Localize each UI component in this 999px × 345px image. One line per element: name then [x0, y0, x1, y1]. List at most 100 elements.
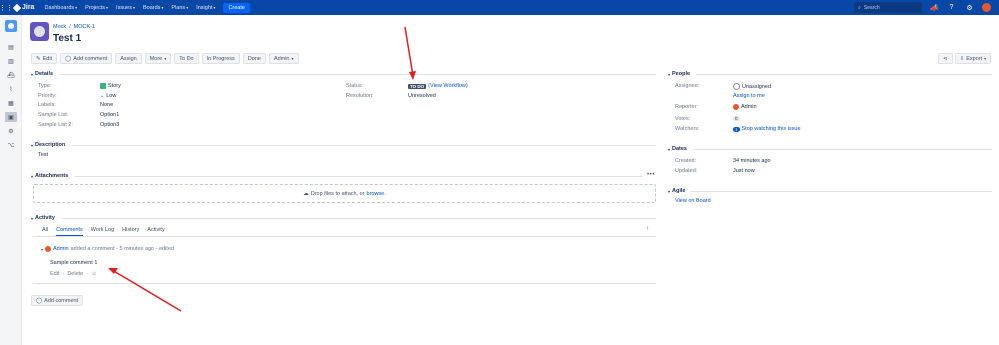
- attachment-dropzone[interactable]: ☁ Drop files to attach, or browse.: [33, 184, 656, 203]
- assignee-value[interactable]: Unassigned: [733, 83, 771, 90]
- attachments-heading: Attachments: [35, 173, 69, 179]
- attachments-section-toggle[interactable]: ▾ Attachments: [31, 173, 68, 179]
- components-icon[interactable]: ▦: [7, 99, 15, 107]
- status-badge[interactable]: TO DO: [408, 83, 427, 89]
- more-options-icon[interactable]: •••: [647, 172, 655, 178]
- tab-comments[interactable]: Comments: [56, 227, 83, 236]
- activity-section-toggle[interactable]: ▾ Activity: [31, 215, 55, 221]
- app-switcher-icon[interactable]: ⋮⋮: [0, 0, 13, 15]
- sort-order-icon[interactable]: ↑: [646, 226, 649, 232]
- comment-icon: ◯: [36, 297, 43, 304]
- comment-body: Sample comment 1: [50, 260, 98, 266]
- help-icon[interactable]: ?: [947, 3, 956, 12]
- jira-logo[interactable]: Jira: [12, 3, 35, 12]
- project-avatar-large[interactable]: [30, 22, 49, 41]
- issues-icon[interactable]: ▣: [5, 112, 17, 122]
- board-icon[interactable]: ▥: [7, 57, 15, 65]
- backlog-icon[interactable]: ▤: [7, 43, 15, 51]
- more-button[interactable]: More ▾: [144, 53, 172, 64]
- watchers-badge[interactable]: 1: [733, 126, 740, 132]
- comment-header: ▾ Admin added a comment - 5 minutes ago …: [41, 246, 174, 252]
- chevron-down-icon: ▾: [106, 5, 109, 10]
- nav-issues[interactable]: Issues ▾: [116, 5, 135, 11]
- view-workflow-link[interactable]: (View Workflow): [428, 83, 468, 89]
- priority-label: Priority:: [38, 93, 57, 99]
- divider: [33, 236, 656, 237]
- details-section-toggle[interactable]: ▾ Details: [31, 71, 53, 77]
- chevron-down-icon[interactable]: ▾: [41, 247, 43, 252]
- activity-heading: Activity: [35, 215, 55, 221]
- resolution-label: Resolution:: [346, 93, 374, 99]
- breadcrumb-project[interactable]: Mock: [53, 24, 66, 30]
- votes-value[interactable]: 0: [733, 116, 740, 121]
- add-comment-button-bottom[interactable]: ◯ Add comment: [31, 295, 84, 306]
- chevron-down-icon: ▾: [31, 142, 34, 148]
- project-avatar[interactable]: [5, 20, 17, 32]
- tab-history[interactable]: History: [122, 227, 139, 236]
- tab-work-log[interactable]: Work Log: [91, 227, 114, 236]
- priority-value[interactable]: ⌄ Low: [100, 93, 116, 99]
- emoji-icon[interactable]: ☺: [91, 271, 97, 277]
- nav-insight[interactable]: Insight ▾: [196, 5, 215, 11]
- notifications-icon[interactable]: 📣: [930, 3, 939, 12]
- updated-label: Updated:: [675, 168, 698, 174]
- tab-activity[interactable]: Activity: [147, 227, 164, 236]
- description-section-toggle[interactable]: ▾ Description: [31, 142, 65, 148]
- nav-plans[interactable]: Plans ▾: [171, 5, 188, 11]
- share-button[interactable]: ⋖: [938, 53, 953, 64]
- reports-icon[interactable]: ⌇: [7, 85, 15, 93]
- cloud-upload-icon: ☁: [303, 190, 309, 197]
- jira-logo-text: Jira: [22, 4, 35, 11]
- breadcrumb-issue-key[interactable]: MOCK-1: [74, 24, 95, 30]
- type-value: Story: [100, 83, 121, 89]
- tab-all[interactable]: All: [42, 227, 48, 236]
- assign-to-me-link[interactable]: Assign to me: [733, 93, 765, 99]
- add-comment-button[interactable]: ◯ Add comment: [60, 53, 113, 64]
- unassigned-avatar: [733, 83, 740, 90]
- top-navigation: ⋮⋮ Jira Dashboards ▾ Projects ▾ Issues ▾ Bo…: [0, 0, 999, 15]
- comment-delete-link[interactable]: Delete: [67, 271, 83, 277]
- story-icon: [100, 83, 106, 89]
- jira-logo-icon: [12, 3, 22, 12]
- export-label: Export: [966, 55, 983, 62]
- nav-dashboards[interactable]: Dashboards ▾: [44, 5, 77, 11]
- todo-button[interactable]: To Do: [174, 53, 199, 64]
- edit-label: Edit: [42, 55, 53, 62]
- sample-list-2-value[interactable]: Option3: [100, 122, 119, 128]
- stop-watching-link[interactable]: Stop watching this issue: [742, 126, 801, 132]
- view-on-board-link[interactable]: View on Board: [675, 198, 711, 204]
- gear-icon[interactable]: ⚙: [965, 3, 974, 12]
- create-button[interactable]: Create: [223, 2, 250, 13]
- agile-section-toggle[interactable]: ▾ Agile: [668, 188, 685, 194]
- admin-button[interactable]: Admin ▾: [268, 53, 299, 64]
- code-icon[interactable]: ⌥: [7, 141, 15, 149]
- description-text[interactable]: Test: [38, 152, 48, 158]
- export-button[interactable]: ⇩ Export ▾: [954, 53, 992, 64]
- done-button[interactable]: Done: [242, 53, 266, 64]
- reporter-value[interactable]: Admin: [733, 104, 757, 110]
- settings-icon[interactable]: ⚙: [7, 127, 15, 135]
- people-section-toggle[interactable]: ▾ People: [668, 71, 690, 77]
- comment-meta: added a comment - 5 minutes ago - edited: [70, 246, 174, 252]
- releases-icon[interactable]: ⛴: [7, 71, 15, 79]
- divider: [33, 283, 656, 284]
- in-progress-button[interactable]: In Progress: [201, 53, 240, 64]
- user-avatar[interactable]: [982, 3, 991, 12]
- sample-list-value[interactable]: Option1: [100, 112, 119, 118]
- comment-edit-link[interactable]: Edit: [50, 271, 59, 277]
- comment-author-link[interactable]: Admin: [53, 246, 69, 252]
- chevron-down-icon: ▾: [31, 215, 34, 221]
- nav-projects[interactable]: Projects ▾: [85, 5, 108, 11]
- assign-button[interactable]: Assign: [115, 53, 142, 64]
- status-label: Status:: [346, 83, 364, 89]
- issue-title[interactable]: Test 1: [53, 33, 81, 44]
- search-input[interactable]: ⌕ Search: [854, 2, 922, 13]
- annotation-arrows: [108, 26, 416, 312]
- edit-button[interactable]: ✎ Edit: [31, 53, 58, 64]
- annotation-arrow-status: [404, 26, 416, 80]
- labels-value[interactable]: None: [100, 102, 113, 108]
- priority-text: Low: [106, 93, 117, 99]
- nav-boards[interactable]: Boards ▾: [143, 5, 163, 11]
- browse-link[interactable]: browse.: [367, 191, 386, 197]
- dates-section-toggle[interactable]: ▾ Dates: [668, 146, 687, 152]
